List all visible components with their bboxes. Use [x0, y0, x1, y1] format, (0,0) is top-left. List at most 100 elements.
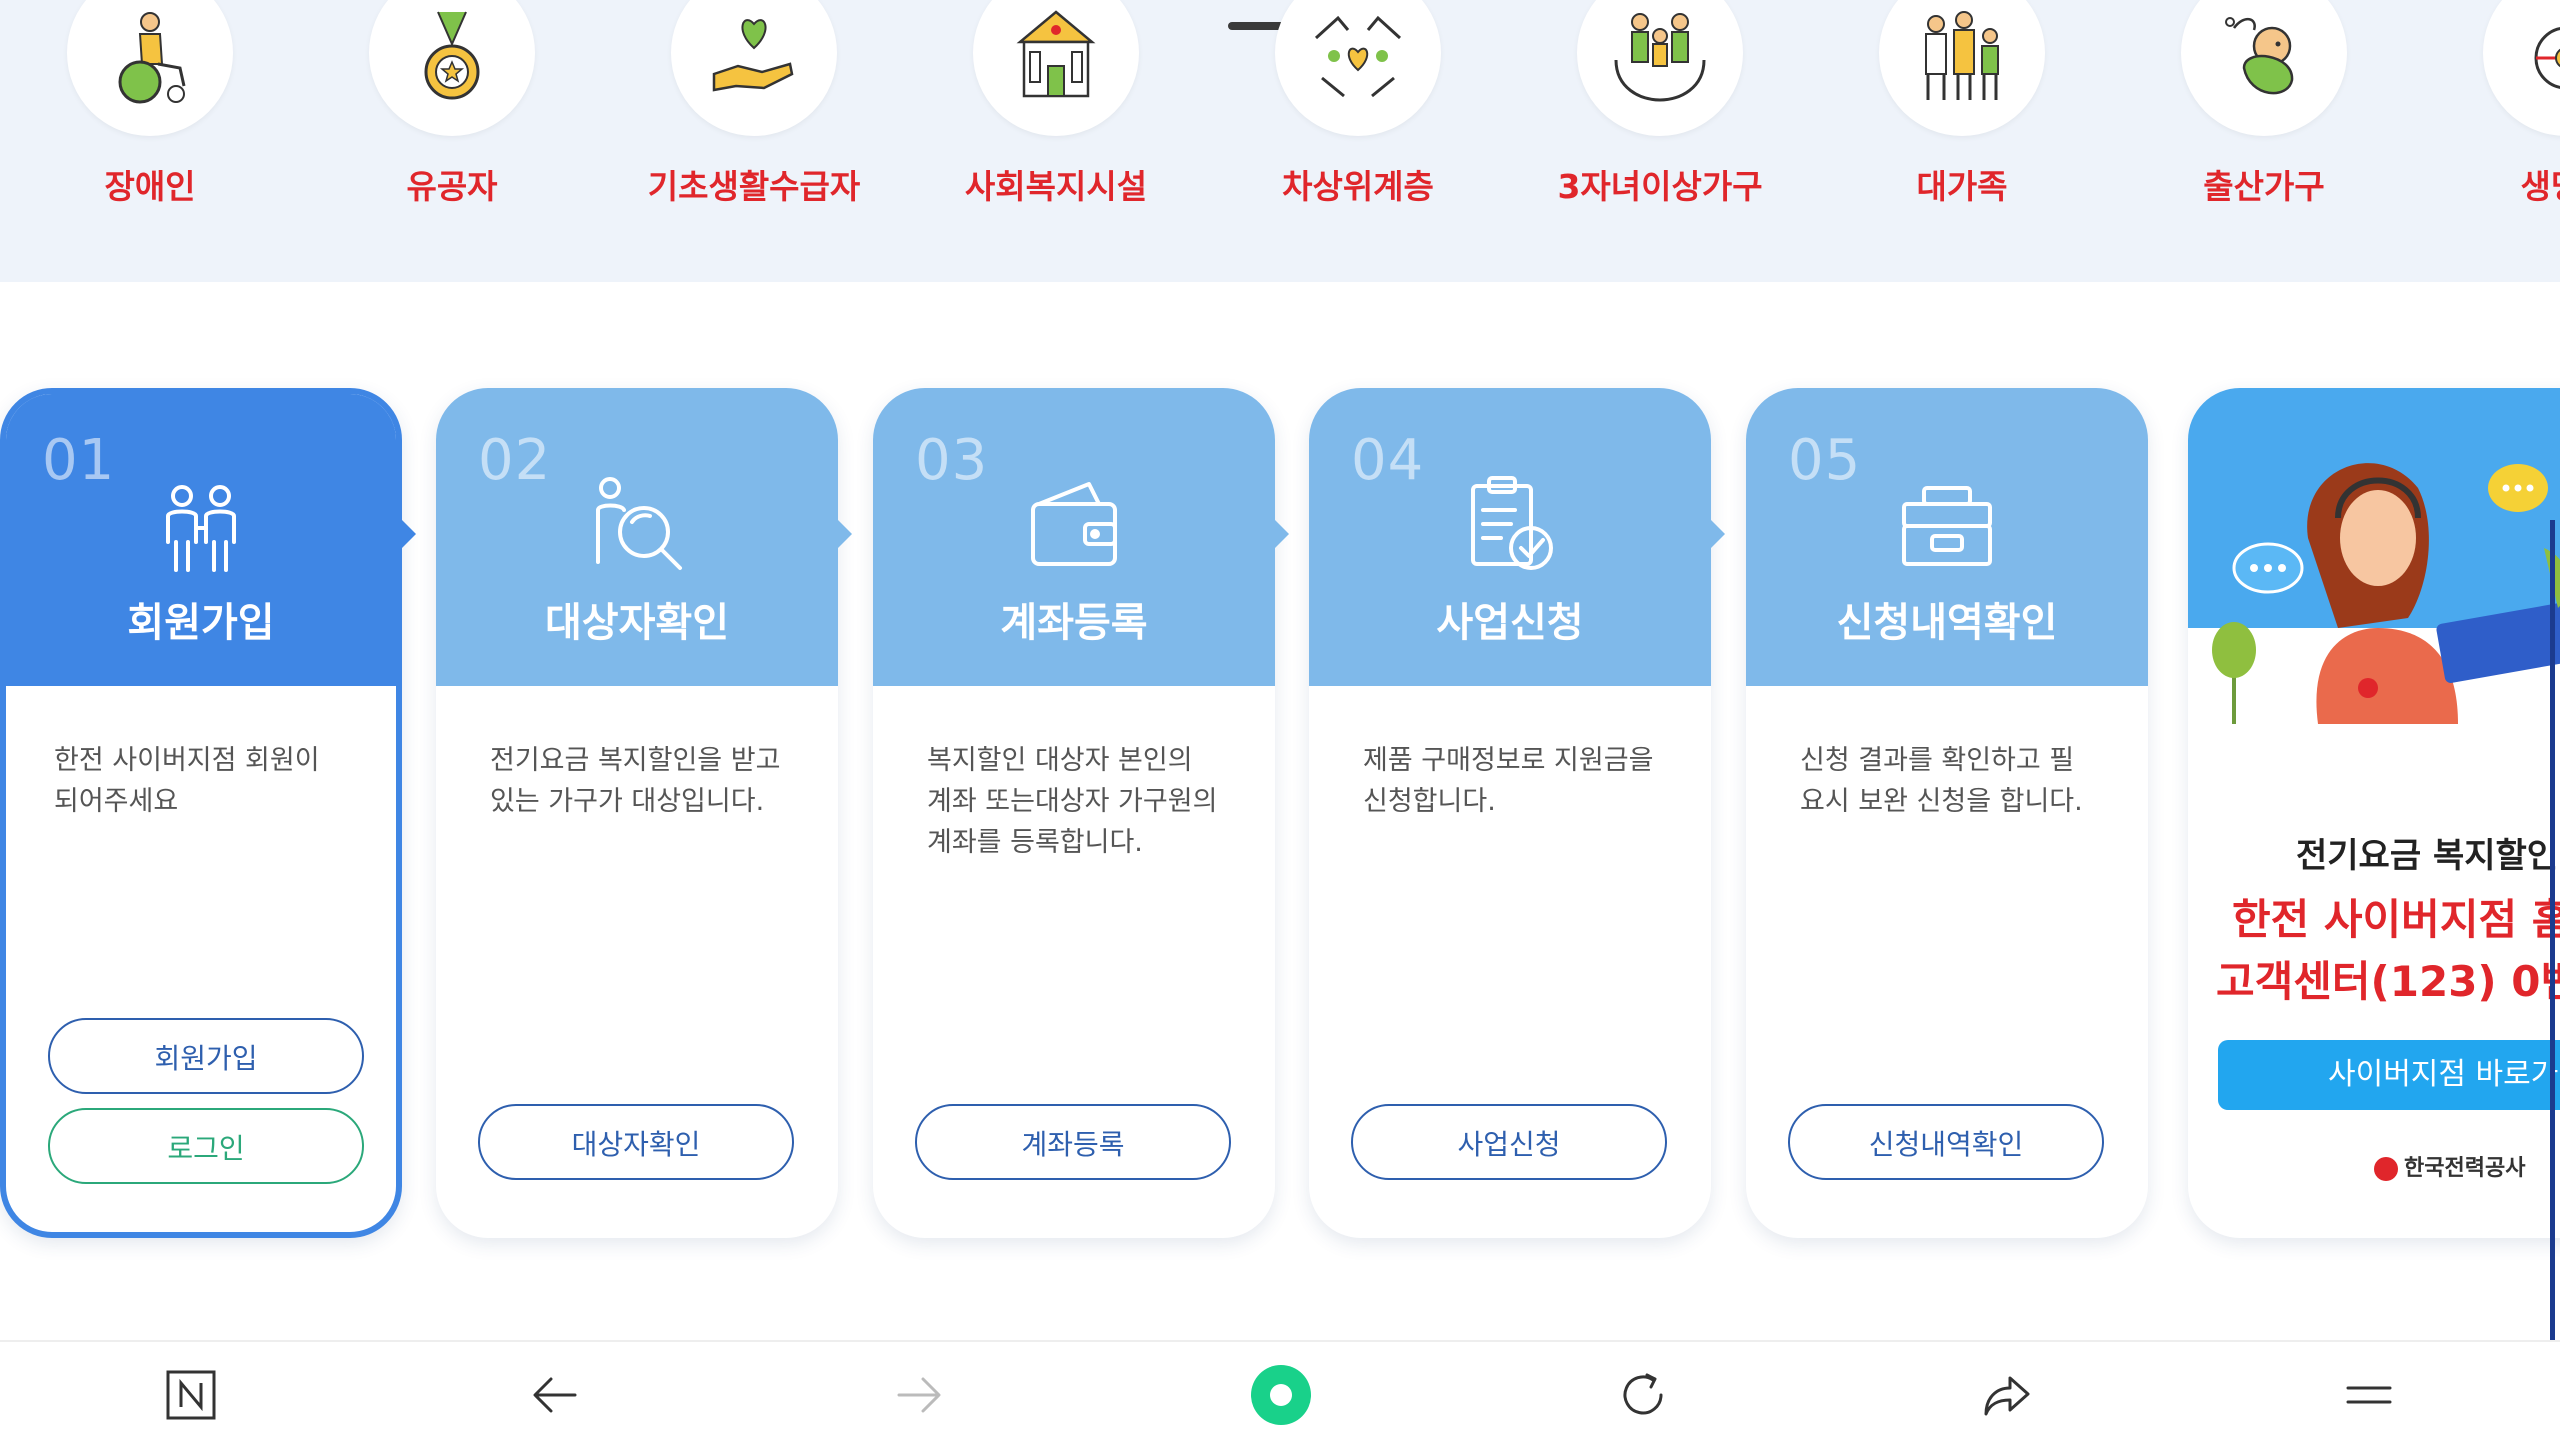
- eligibility-check-button[interactable]: 대상자확인: [478, 1104, 794, 1180]
- menu-icon: [2346, 1386, 2392, 1404]
- life-support-icon: [2534, 27, 2560, 89]
- naver-home-button[interactable]: [156, 1360, 226, 1430]
- naver-icon: [166, 1370, 216, 1420]
- clipboard-check-icon: [1471, 476, 1553, 570]
- forward-icon: [897, 1377, 941, 1413]
- category-label: 장애인: [104, 167, 196, 206]
- category-circle: [1577, 0, 1743, 136]
- step-title: 신청내역확인: [1836, 600, 2058, 646]
- cyber-branch-shortcut-button[interactable]: 사이버지점 바로가기: [2218, 1040, 2560, 1110]
- refresh-icon: [1623, 1373, 1663, 1415]
- step-card-signup: 01 회원가입 한전 사이버지점 회원이 되어주세요 회원가입 로그인: [0, 388, 402, 1238]
- step-card-account: 03 계좌등록 복지할인 대상자 본인의 계좌 또는대상자 가구원의 계좌를 등…: [873, 388, 1275, 1238]
- category-label: 사회복지시설: [964, 167, 1148, 206]
- step-number: 03: [915, 428, 989, 493]
- card-header: 04 사업신청: [1309, 388, 1711, 686]
- step-arrow: [402, 520, 416, 548]
- category-merit[interactable]: 유공자: [332, 0, 572, 282]
- step-arrow: [1275, 520, 1289, 548]
- category-circle: [2483, 0, 2560, 136]
- category-three-children[interactable]: 3자녀이상가구: [1540, 0, 1780, 282]
- step-number: 02: [478, 428, 552, 493]
- category-label: 3자녀이상가구: [1557, 167, 1763, 206]
- forward-button[interactable]: [884, 1360, 954, 1430]
- step-description: 제품 구매정보로 지원금을 신청합니다.: [1363, 740, 1671, 822]
- step-card-application: 04 사업신청 제품 구매정보로 지원금을 신청합니다. 사업신청: [1309, 388, 1711, 1238]
- login-button[interactable]: 로그인: [48, 1108, 364, 1184]
- category-life-support[interactable]: 생명유: [2446, 0, 2560, 282]
- medal-icon: [424, 11, 480, 100]
- category-label: 기초생활수급자: [647, 167, 861, 206]
- green-dot-button[interactable]: [1246, 1360, 1316, 1430]
- card-header: 01 회원가입: [6, 394, 396, 686]
- step-card-eligibility: 02 대상자확인 전기요금 복지할인을 받고 있는 가구가 대상입니다. 대상자…: [436, 388, 838, 1238]
- welfare-building-icon: [1016, 10, 1096, 98]
- step-card-history: 05 신청내역확인 신청 결과를 확인하고 필 요시 보완 신청을 합니다. 신…: [1746, 388, 2148, 1238]
- step-description: 신청 결과를 확인하고 필 요시 보완 신청을 합니다.: [1800, 740, 2108, 822]
- menu-button[interactable]: [2334, 1360, 2404, 1430]
- step-number: 04: [1351, 428, 1425, 493]
- desc-line: 제품 구매정보로 지원금을 신청합니다.: [1363, 745, 1654, 817]
- category-circle: [671, 0, 837, 136]
- share-icon: [1984, 1376, 2030, 1416]
- category-strip: 장애인 유공자 기초생활수급자 사회복지시설 차상위계층 3자녀이상가구 대가족…: [0, 0, 2560, 282]
- step-description: 전기요금 복지할인을 받고 있는 가구가 대상입니다.: [490, 740, 798, 822]
- step-description: 한전 사이버지점 회원이 되어주세요: [54, 740, 356, 822]
- signup-button[interactable]: 회원가입: [48, 1018, 364, 1094]
- category-large-family[interactable]: 대가족: [1842, 0, 2082, 282]
- history-check-button[interactable]: 신청내역확인: [1788, 1104, 2104, 1180]
- person-search-icon: [596, 477, 682, 570]
- scrollbar[interactable]: [2550, 520, 2555, 1340]
- category-basic-livelihood[interactable]: 기초생활수급자: [634, 0, 874, 282]
- category-label: 차상위계층: [1282, 167, 1434, 206]
- kepco-logo-mark-icon: [2374, 1157, 2398, 1181]
- back-button[interactable]: [520, 1360, 590, 1430]
- card-header: 02 대상자확인: [436, 388, 838, 686]
- category-disabled[interactable]: 장애인: [30, 0, 270, 282]
- call-center-agent-icon: [2188, 463, 2560, 724]
- kepco-logo-text: 한국전력공사: [2404, 1156, 2526, 1181]
- step-title: 사업신청: [1436, 600, 1584, 646]
- category-welfare-facility[interactable]: 사회복지시설: [936, 0, 1176, 282]
- cabinet-icon: [1902, 486, 1992, 566]
- hands-heart-icon: [1314, 15, 1402, 98]
- card-header: 03 계좌등록: [873, 388, 1275, 686]
- desc-line: 한전 사이버지점 회원이 되어주세요: [54, 745, 320, 817]
- step-number: 01: [42, 428, 116, 493]
- business-apply-button[interactable]: 사업신청: [1351, 1104, 1667, 1180]
- step-title: 대상자확인: [545, 600, 729, 646]
- back-icon: [533, 1377, 577, 1413]
- promo-text-line1: 전기요금 복지할인 신: [2296, 836, 2560, 876]
- browser-bottom-bar: [0, 1340, 2560, 1449]
- category-label: 대가족: [1916, 167, 2008, 206]
- promo-text-line3: 고객센터(123) 0번 상: [2216, 957, 2560, 1006]
- step-arrow: [838, 520, 852, 548]
- promo-banner[interactable]: 전기요금 복지할인 신 한전 사이버지점 홈페 고객센터(123) 0번 상 사…: [2188, 388, 2560, 1238]
- step-title: 계좌등록: [1000, 600, 1148, 646]
- people-icon: [166, 485, 236, 572]
- refresh-button[interactable]: [1608, 1360, 1678, 1430]
- family-hands-icon: [1614, 13, 1706, 102]
- step-number: 05: [1788, 428, 1862, 493]
- promo-text-line2: 한전 사이버지점 홈페: [2232, 895, 2560, 944]
- category-near-poverty[interactable]: 차상위계층: [1238, 0, 1478, 282]
- green-dot-icon: [1251, 1365, 1311, 1425]
- category-childbirth[interactable]: 출산가구: [2144, 0, 2384, 282]
- category-circle: [369, 0, 535, 136]
- card-header: 05 신청내역확인: [1746, 388, 2148, 686]
- category-label: 유공자: [406, 167, 498, 206]
- category-circle: [2181, 0, 2347, 136]
- step-arrow: [1711, 520, 1725, 548]
- hand-heart-icon: [712, 19, 794, 92]
- kepco-logo: 한국전력공사: [2374, 1150, 2525, 1182]
- category-circle: [1879, 0, 2045, 136]
- large-family-icon: [1925, 11, 1999, 100]
- account-register-button[interactable]: 계좌등록: [915, 1104, 1231, 1180]
- baby-icon: [2225, 17, 2294, 95]
- wallet-icon: [1031, 482, 1117, 566]
- desc-line: 신청 결과를 확인하고 필 요시 보완 신청을 합니다.: [1800, 745, 2083, 817]
- wheelchair-person-icon: [118, 12, 186, 104]
- step-title: 회원가입: [127, 600, 275, 646]
- share-button[interactable]: [1972, 1360, 2042, 1430]
- step-description: 복지할인 대상자 본인의 계좌 또는대상자 가구원의 계좌를 등록합니다.: [927, 740, 1235, 863]
